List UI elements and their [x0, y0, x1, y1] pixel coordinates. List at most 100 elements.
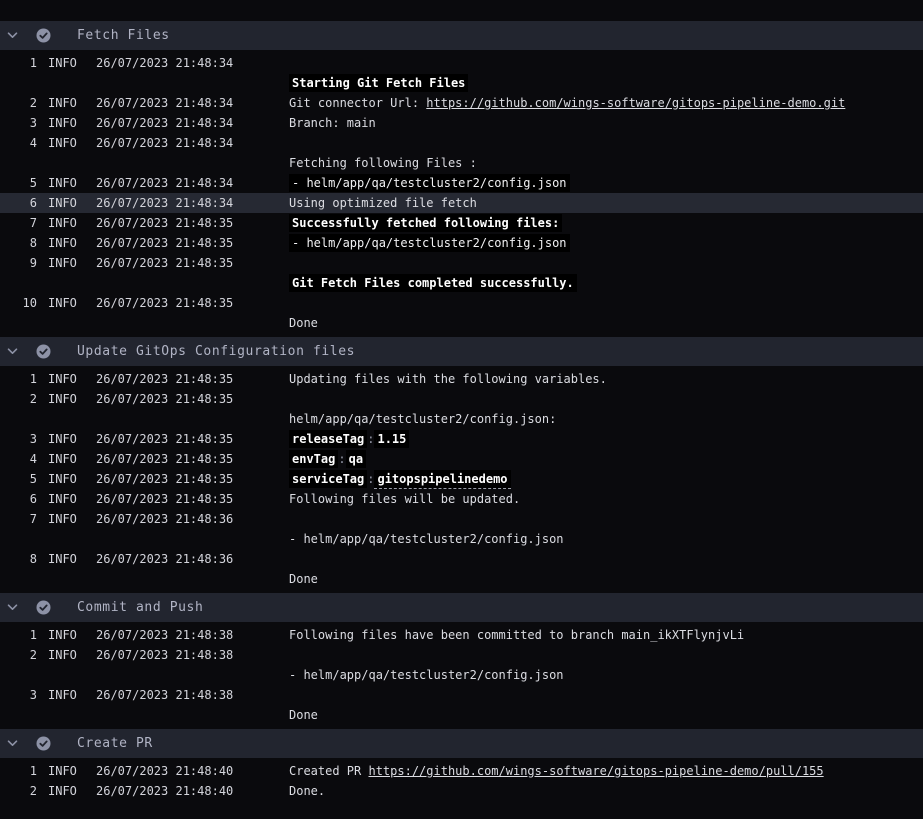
log-row: 5INFO26/07/2023 21:48:35serviceTag:gitop…: [0, 469, 923, 489]
log-text: - helm/app/qa/testcluster2/config.json: [289, 174, 570, 192]
log-message: Starting Git Fetch Files: [289, 73, 923, 93]
log-text: serviceTag: [289, 470, 367, 488]
timestamp: 26/07/2023 21:48:34: [96, 173, 289, 193]
line-number: 1: [7, 761, 37, 781]
log-level: INFO: [48, 173, 85, 193]
section-log-body: 1INFO26/07/2023 21:48:38Following files …: [0, 622, 923, 729]
timestamp: 26/07/2023 21:48:35: [96, 233, 289, 253]
log-row-continuation: helm/app/qa/testcluster2/config.json:: [0, 409, 923, 429]
section-log-body: 1INFO26/07/2023 21:48:40Created PR https…: [0, 758, 923, 805]
log-row: 4 INFO 26/07/2023 21:48:35envTag:qa: [0, 449, 923, 469]
log-text: Following files will be updated.: [289, 492, 520, 506]
timestamp: 26/07/2023 21:48:38: [96, 645, 289, 665]
log-level: INFO: [48, 625, 85, 645]
line-number: 5: [7, 469, 37, 489]
log-text: Branch: main: [289, 116, 376, 130]
log-level: INFO: [48, 449, 85, 469]
log-row: 2INFO26/07/2023 21:48:40Done.: [0, 781, 923, 801]
log-message: helm/app/qa/testcluster2/config.json:: [289, 409, 923, 429]
log-text: - helm/app/qa/testcluster2/config.json: [289, 532, 564, 546]
log-row: 5INFO26/07/2023 21:48:34- helm/app/qa/te…: [0, 173, 923, 193]
line-number: 4: [7, 133, 37, 153]
section-header[interactable]: Update GitOps Configuration files: [0, 337, 923, 366]
log-message: Successfully fetched following files:: [289, 213, 923, 233]
log-message: serviceTag:gitopspipelinedemo: [289, 469, 923, 489]
line-number: 6: [7, 193, 37, 213]
log-level: INFO: [48, 369, 85, 389]
timestamp: 26/07/2023 21:48:34: [96, 93, 289, 113]
chevron-down-icon[interactable]: [7, 740, 20, 748]
log-text: qa: [346, 450, 366, 468]
log-message: Git Fetch Files completed successfully.: [289, 273, 923, 293]
log-row: 1INFO26/07/2023 21:48:35Updating files w…: [0, 369, 923, 389]
log-link[interactable]: https://github.com/wings-software/gitops…: [426, 96, 845, 110]
timestamp: 26/07/2023 21:48:35: [96, 253, 289, 273]
log-level: INFO: [48, 685, 85, 705]
log-message: Done: [289, 569, 923, 589]
section-header[interactable]: Commit and Push: [0, 593, 923, 622]
timestamp: 26/07/2023 21:48:36: [96, 509, 289, 529]
log-message: Done.: [289, 781, 923, 801]
timestamp: 26/07/2023 21:48:40: [96, 781, 289, 801]
log-message: - helm/app/qa/testcluster2/config.json: [289, 665, 923, 685]
timestamp: 26/07/2023 21:48:38: [96, 625, 289, 645]
log-level: INFO: [48, 489, 85, 509]
log-row: 3INFO26/07/2023 21:48:34Branch: main: [0, 113, 923, 133]
chevron-down-icon[interactable]: [7, 32, 20, 40]
log-text: 1.15: [374, 430, 409, 448]
line-number: 10: [7, 293, 37, 313]
console-top-gap: [0, 0, 923, 21]
log-message: releaseTag:1.15: [289, 429, 923, 449]
log-row: 9INFO26/07/2023 21:48:35: [0, 253, 923, 273]
section-header[interactable]: Fetch Files: [0, 21, 923, 50]
log-text: Using optimized file fetch: [289, 196, 477, 210]
timestamp: 26/07/2023 21:48:35: [96, 293, 289, 313]
log-level: INFO: [48, 193, 85, 213]
timestamp: 26/07/2023 21:48:38: [96, 685, 289, 705]
log-level: INFO: [48, 113, 85, 133]
section-title: Update GitOps Configuration files: [77, 344, 355, 359]
log-level: INFO: [48, 213, 85, 233]
log-level: INFO: [48, 781, 85, 801]
log-row: 1INFO26/07/2023 21:48:38Following files …: [0, 625, 923, 645]
log-level: INFO: [48, 509, 85, 529]
chevron-down-icon[interactable]: [7, 604, 20, 612]
log-level: INFO: [48, 549, 85, 569]
timestamp: 26/07/2023 21:48:34: [96, 193, 289, 213]
log-row: 10 INFO 26/07/2023 21:48:35: [0, 293, 923, 313]
log-row: 2INFO26/07/2023 21:48:35: [0, 389, 923, 409]
log-row: 8INFO26/07/2023 21:48:36: [0, 549, 923, 569]
section-log-body: 1INFO26/07/2023 21:48:34Starting Git Fet…: [0, 50, 923, 337]
status-success-icon: [36, 600, 51, 615]
log-message: - helm/app/qa/testcluster2/config.json: [289, 173, 923, 193]
section-title: Create PR: [77, 736, 153, 751]
log-row-continuation: Fetching following Files :: [0, 153, 923, 173]
log-text: Git Fetch Files completed successfully.: [289, 274, 577, 292]
log-text: :: [338, 452, 345, 466]
line-number: 4: [7, 449, 37, 469]
log-level: INFO: [48, 293, 85, 313]
log-row-continuation: Git Fetch Files completed successfully.: [0, 273, 923, 293]
log-text: Done: [289, 708, 318, 722]
log-message: Following files have been committed to b…: [289, 625, 923, 645]
log-text: gitopspipelinedemo: [374, 470, 510, 489]
log-link[interactable]: https://github.com/wings-software/gitops…: [368, 764, 823, 778]
line-number: 3: [7, 685, 37, 705]
log-text: Successfully fetched following files:: [289, 214, 562, 232]
section-title: Fetch Files: [77, 28, 170, 43]
log-text: Updating files with the following variab…: [289, 372, 607, 386]
log-level: INFO: [48, 469, 85, 489]
log-message: envTag:qa: [289, 449, 923, 469]
line-number: 1: [7, 53, 37, 73]
log-row-continuation: Done: [0, 705, 923, 725]
chevron-down-icon[interactable]: [7, 348, 20, 356]
timestamp: 26/07/2023 21:48:35: [96, 449, 289, 469]
line-number: 2: [7, 389, 37, 409]
section-header[interactable]: Create PR: [0, 729, 923, 758]
log-message: - helm/app/qa/testcluster2/config.json: [289, 233, 923, 253]
log-row: 8INFO26/07/2023 21:48:35- helm/app/qa/te…: [0, 233, 923, 253]
line-number: 8: [7, 549, 37, 569]
log-level: INFO: [48, 233, 85, 253]
log-text: Starting Git Fetch Files: [289, 74, 468, 92]
line-number: 2: [7, 93, 37, 113]
